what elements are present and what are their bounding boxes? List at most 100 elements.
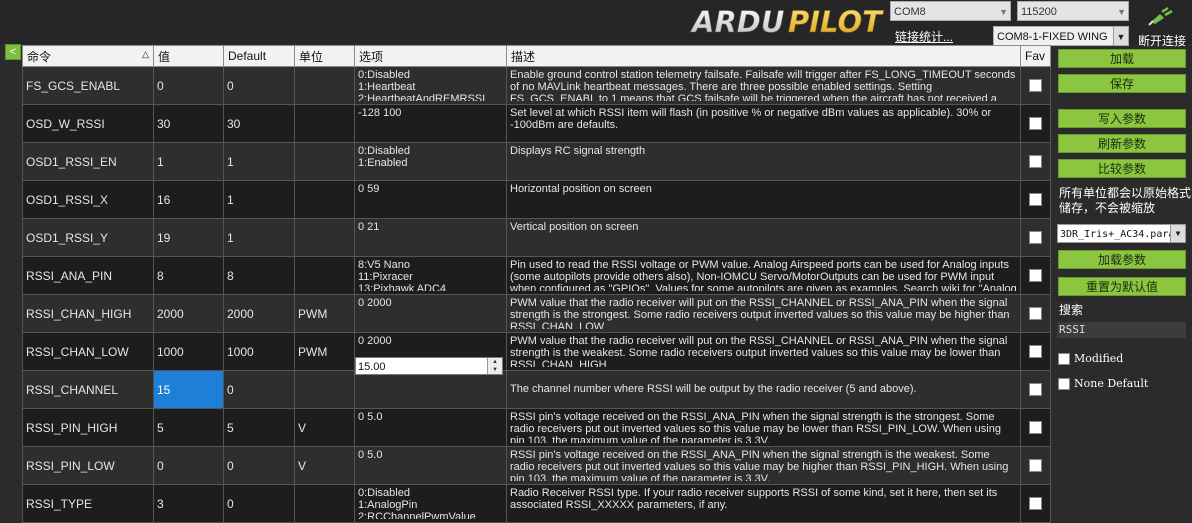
column-header-options[interactable]: 选项 bbox=[354, 45, 507, 67]
param-row[interactable]: RSSI_PIN_LOW 0 0 V 0 5.0 RSSI pin's voltage r… bbox=[22, 446, 1051, 485]
param-name-cell: RSSI_PIN_HIGH bbox=[22, 408, 154, 447]
logo-text-ardu: ARDU bbox=[690, 5, 784, 38]
fav-checkbox[interactable] bbox=[1029, 345, 1042, 358]
param-value-cell[interactable]: 0 bbox=[153, 66, 224, 105]
top-bar: ARDU PILOT COM8 ▼ 115200 ▼ 链接统计... COM8-… bbox=[0, 0, 1192, 48]
param-default-cell: 1 bbox=[223, 218, 295, 257]
param-options-cell bbox=[354, 370, 507, 409]
param-value-cell[interactable]: 1000 bbox=[153, 332, 224, 371]
param-name-cell: OSD_W_RSSI bbox=[22, 104, 154, 143]
param-default-cell: 1 bbox=[223, 142, 295, 181]
baud-rate-value: 115200 bbox=[1021, 6, 1057, 18]
param-description-cell: Pin used to read the RSSI voltage or PWM… bbox=[506, 256, 1021, 295]
param-row[interactable]: OSD1_RSSI_EN 1 1 0:Disabled 1:Enabled Displa… bbox=[22, 142, 1051, 181]
param-name-cell: OSD1_RSSI_Y bbox=[22, 218, 154, 257]
load-button[interactable]: 加载 bbox=[1058, 49, 1186, 68]
param-value-cell[interactable]: 3 bbox=[153, 484, 224, 523]
param-file-select[interactable]: 3DR_Iris+_AC34.param ▼ bbox=[1057, 224, 1186, 243]
none-default-checkbox[interactable] bbox=[1058, 378, 1070, 390]
save-button[interactable]: 保存 bbox=[1058, 74, 1186, 93]
param-value-cell[interactable]: 15 bbox=[153, 370, 224, 409]
reset-default-button[interactable]: 重置为默认值 bbox=[1058, 277, 1186, 296]
none-default-filter[interactable]: None Default bbox=[1058, 377, 1148, 390]
param-row[interactable]: RSSI_CHAN_HIGH 2000 2000 PWM 0 2000 PWM value… bbox=[22, 294, 1051, 333]
param-name-cell: RSSI_PIN_LOW bbox=[22, 446, 154, 485]
param-row[interactable]: RSSI_ANA_PIN 8 8 8:V5 Nano 11:Pixracer 13:P… bbox=[22, 256, 1051, 295]
fav-checkbox[interactable] bbox=[1029, 231, 1042, 244]
param-units-cell bbox=[294, 142, 355, 181]
fav-checkbox[interactable] bbox=[1029, 307, 1042, 320]
param-row[interactable]: RSSI_CHANNEL 15 0 The channel number where … bbox=[22, 370, 1051, 409]
param-row[interactable]: OSD1_RSSI_X 16 1 0 59 Horizontal position on… bbox=[22, 180, 1051, 219]
param-default-cell: 0 bbox=[223, 66, 295, 105]
param-default-cell: 2000 bbox=[223, 294, 295, 333]
fav-checkbox[interactable] bbox=[1029, 117, 1042, 130]
modified-filter[interactable]: Modified bbox=[1058, 352, 1123, 365]
param-description-cell: Set level at which RSSI item will flash … bbox=[506, 104, 1021, 143]
write-params-button[interactable]: 写入参数 bbox=[1058, 109, 1186, 128]
modified-checkbox[interactable] bbox=[1058, 353, 1070, 365]
fav-checkbox[interactable] bbox=[1029, 79, 1042, 92]
param-value-cell[interactable]: 8 bbox=[153, 256, 224, 295]
link-stats-link[interactable]: 链接统计... bbox=[895, 28, 953, 45]
column-header-value[interactable]: 值 bbox=[153, 45, 224, 67]
fav-checkbox[interactable] bbox=[1029, 193, 1042, 206]
param-units-cell: V bbox=[294, 408, 355, 447]
param-row[interactable]: FS_GCS_ENABL 0 0 0:Disabled 1:Heartbeat 2:H… bbox=[22, 66, 1051, 105]
param-value-cell[interactable]: 30 bbox=[153, 104, 224, 143]
chevron-left-icon: < bbox=[9, 46, 17, 58]
param-row[interactable]: RSSI_PIN_HIGH 5 5 V 0 5.0 RSSI pin's voltage … bbox=[22, 408, 1051, 447]
param-units-cell bbox=[294, 256, 355, 295]
refresh-params-button[interactable]: 刷新参数 bbox=[1058, 134, 1186, 153]
fav-checkbox[interactable] bbox=[1029, 459, 1042, 472]
spin-up-icon[interactable]: ▲ bbox=[488, 358, 502, 366]
collapse-panel-button[interactable]: < bbox=[5, 44, 21, 60]
units-note: 所有单位都会以原始格式储存，不会被缩放 bbox=[1059, 186, 1192, 215]
param-name-cell: FS_GCS_ENABL bbox=[22, 66, 154, 105]
param-default-cell: 0 bbox=[223, 484, 295, 523]
param-description-cell: Vertical position on screen bbox=[506, 218, 1021, 257]
param-fav-cell bbox=[1020, 142, 1051, 181]
com-port-select[interactable]: COM8 ▼ bbox=[890, 1, 1011, 21]
column-header-description[interactable]: 描述 bbox=[506, 45, 1021, 67]
compare-params-button[interactable]: 比较参数 bbox=[1058, 159, 1186, 178]
param-value-cell[interactable]: 16 bbox=[153, 180, 224, 219]
param-name-cell: RSSI_ANA_PIN bbox=[22, 256, 154, 295]
param-value-cell[interactable]: 2000 bbox=[153, 294, 224, 333]
param-row[interactable]: OSD1_RSSI_Y 19 1 0 21 Vertical position on s… bbox=[22, 218, 1051, 257]
param-units-cell bbox=[294, 104, 355, 143]
column-header-fav[interactable]: Fav bbox=[1020, 45, 1051, 67]
fav-checkbox[interactable] bbox=[1029, 269, 1042, 282]
param-row[interactable]: RSSI_TYPE 3 0 0:Disabled 1:AnalogPin 2:RCCh… bbox=[22, 484, 1051, 523]
vehicle-select[interactable]: COM8-1-FIXED WING ▼ bbox=[993, 26, 1129, 46]
chevron-down-icon: ▼ bbox=[1117, 7, 1126, 17]
disconnect-button[interactable]: 断开连接 bbox=[1134, 6, 1190, 49]
param-value-cell[interactable]: 5 bbox=[153, 408, 224, 447]
fav-checkbox[interactable] bbox=[1029, 421, 1042, 434]
column-header-units[interactable]: 单位 bbox=[294, 45, 355, 67]
none-default-label: None Default bbox=[1074, 377, 1149, 390]
column-header-name[interactable]: 命令 △ bbox=[22, 45, 154, 67]
param-value-cell[interactable]: 1 bbox=[153, 142, 224, 181]
fav-checkbox[interactable] bbox=[1029, 383, 1042, 396]
param-row[interactable]: OSD_W_RSSI 30 30 -128 100 Set level at which… bbox=[22, 104, 1051, 143]
baud-rate-select[interactable]: 115200 ▼ bbox=[1017, 1, 1129, 21]
param-options-cell: 8:V5 Nano 11:Pixracer 13:Pixhawk ADC4 bbox=[354, 256, 507, 295]
param-value-cell[interactable]: 0 bbox=[153, 446, 224, 485]
spin-down-icon[interactable]: ▼ bbox=[488, 366, 502, 374]
param-default-cell: 30 bbox=[223, 104, 295, 143]
value-spin-editor[interactable]: 15.00 ▲ ▼ bbox=[355, 357, 503, 375]
param-description-cell: Radio Receiver RSSI type. If your radio … bbox=[506, 484, 1021, 523]
column-header-default[interactable]: Default bbox=[223, 45, 295, 67]
param-row[interactable]: RSSI_CHAN_LOW 1000 1000 PWM 0 2000 PWM value … bbox=[22, 332, 1051, 371]
param-units-cell bbox=[294, 370, 355, 409]
param-fav-cell bbox=[1020, 446, 1051, 485]
param-fav-cell bbox=[1020, 370, 1051, 409]
fav-checkbox[interactable] bbox=[1029, 497, 1042, 510]
search-input[interactable]: RSSI bbox=[1057, 322, 1186, 338]
spin-buttons[interactable]: ▲ ▼ bbox=[487, 358, 502, 374]
param-default-cell: 5 bbox=[223, 408, 295, 447]
fav-checkbox[interactable] bbox=[1029, 155, 1042, 168]
param-value-cell[interactable]: 19 bbox=[153, 218, 224, 257]
load-params-button[interactable]: 加载参数 bbox=[1058, 250, 1186, 269]
